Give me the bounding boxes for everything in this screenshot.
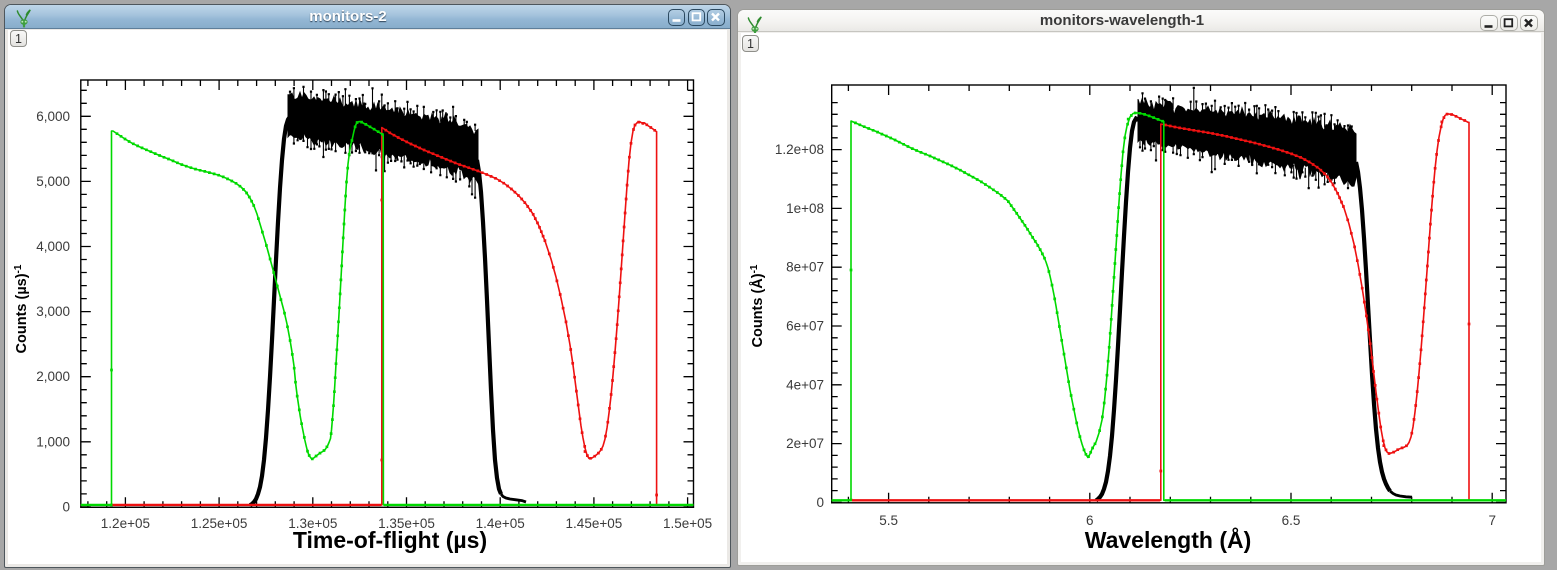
svg-text:1,000: 1,000 xyxy=(36,434,70,449)
svg-text:1.2e+08: 1.2e+08 xyxy=(775,142,824,157)
svg-text:1.25e+05: 1.25e+05 xyxy=(191,516,248,531)
svg-text:1.5e+05: 1.5e+05 xyxy=(663,516,712,531)
svg-text:2e+07: 2e+07 xyxy=(786,436,824,451)
svg-text:4,000: 4,000 xyxy=(36,239,70,254)
svg-text:2,000: 2,000 xyxy=(36,369,70,384)
svg-text:5.5: 5.5 xyxy=(879,513,898,528)
svg-text:6.5: 6.5 xyxy=(1282,513,1301,528)
svg-text:4e+07: 4e+07 xyxy=(786,377,824,392)
svg-text:Time-of-flight (µs): Time-of-flight (µs) xyxy=(293,527,487,553)
svg-text:7: 7 xyxy=(1488,513,1496,528)
svg-text:8e+07: 8e+07 xyxy=(786,260,824,275)
svg-text:0: 0 xyxy=(816,495,824,510)
svg-text:1.45e+05: 1.45e+05 xyxy=(566,516,623,531)
svg-text:3,000: 3,000 xyxy=(36,304,70,319)
svg-text:Counts (Å)-1: Counts (Å)-1 xyxy=(749,264,766,347)
svg-text:Wavelength (Å): Wavelength (Å) xyxy=(1085,526,1252,553)
svg-text:Counts (µs)-1: Counts (µs)-1 xyxy=(13,264,30,353)
svg-text:5,000: 5,000 xyxy=(36,174,70,189)
svg-text:6: 6 xyxy=(1086,513,1094,528)
svg-text:1e+08: 1e+08 xyxy=(786,201,824,216)
svg-text:0: 0 xyxy=(62,499,70,514)
svg-text:6,000: 6,000 xyxy=(36,109,70,124)
svg-text:6e+07: 6e+07 xyxy=(786,319,824,334)
svg-text:1.2e+05: 1.2e+05 xyxy=(101,516,150,531)
